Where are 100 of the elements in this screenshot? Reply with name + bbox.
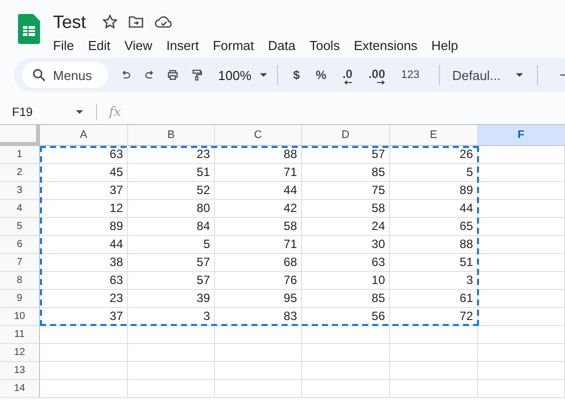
table-cell: 5 xyxy=(128,236,215,254)
table-cell: 57 xyxy=(128,272,215,290)
table-cell: 71 xyxy=(215,164,302,182)
zoom-dropdown[interactable]: 100% xyxy=(218,68,268,82)
column-header[interactable]: F xyxy=(478,125,565,146)
table-cell: 52 xyxy=(128,182,215,200)
table-cell: 51 xyxy=(390,254,478,272)
menu-item[interactable]: Help xyxy=(431,38,458,53)
caret-icon xyxy=(514,72,524,78)
caret-icon xyxy=(259,72,268,78)
column-header[interactable]: B xyxy=(128,125,215,146)
table-cell: 57 xyxy=(302,146,390,164)
row-header[interactable]: 3 xyxy=(0,182,40,200)
menu-item[interactable]: File xyxy=(53,38,74,53)
table-cell: 56 xyxy=(302,308,390,326)
table-cell: 23 xyxy=(40,290,128,308)
table-cell: 44 xyxy=(215,182,302,200)
table-cell: 26 xyxy=(390,146,478,164)
menu-item[interactable]: Edit xyxy=(88,38,110,53)
name-box[interactable]: F19 xyxy=(12,105,84,119)
table-cell: 5 xyxy=(390,164,478,182)
row-header[interactable]: 11 xyxy=(0,326,40,344)
menu-item[interactable]: Insert xyxy=(166,38,199,53)
table-cell: 38 xyxy=(40,254,128,272)
table-cell: 95 xyxy=(215,290,302,308)
table-cell: 63 xyxy=(302,254,390,272)
table-cell: 83 xyxy=(215,308,302,326)
spreadsheet-logo-icon[interactable] xyxy=(18,14,40,44)
table-cell: 71 xyxy=(215,236,302,254)
decrease-decimal-button[interactable]: .0 xyxy=(342,69,352,85)
table-cell: 12 xyxy=(40,200,128,218)
menu-item[interactable]: Data xyxy=(268,38,296,53)
right-arrow-icon xyxy=(377,80,386,85)
star-icon[interactable] xyxy=(102,14,118,30)
row-header[interactable]: 6 xyxy=(0,236,40,254)
table-cell: 88 xyxy=(390,236,478,254)
column-header[interactable]: C xyxy=(215,125,302,146)
font-dropdown[interactable]: Defaul... xyxy=(452,68,524,82)
table-cell: 65 xyxy=(390,218,478,236)
row-header[interactable]: 13 xyxy=(0,362,40,380)
table-cell: 61 xyxy=(390,290,478,308)
row-header[interactable]: 7 xyxy=(0,254,40,272)
menu-item[interactable]: Tools xyxy=(309,38,340,53)
menu-item[interactable]: View xyxy=(124,38,152,53)
paint-format-icon[interactable] xyxy=(190,67,202,83)
print-icon[interactable] xyxy=(167,67,179,83)
table-cell: 63 xyxy=(40,272,128,290)
table-cell: 45 xyxy=(40,164,128,182)
row-header[interactable]: 10 xyxy=(0,308,40,326)
row-header[interactable]: 12 xyxy=(0,344,40,362)
table-cell: 37 xyxy=(40,182,128,200)
table-cell: 89 xyxy=(390,182,478,200)
menus-search-field[interactable]: Menus xyxy=(22,62,108,88)
table-cell: 44 xyxy=(390,200,478,218)
folder-icon[interactable] xyxy=(128,14,144,30)
table-cell: 75 xyxy=(302,182,390,200)
column-header[interactable]: D xyxy=(302,125,390,146)
column-header[interactable]: E xyxy=(390,125,478,146)
row-header[interactable]: 9 xyxy=(0,290,40,308)
table-cell: 58 xyxy=(215,218,302,236)
menu-item[interactable]: Extensions xyxy=(354,38,418,53)
row-header[interactable]: 14 xyxy=(0,380,40,398)
table-cell: 51 xyxy=(128,164,215,182)
table-cell: 44 xyxy=(40,236,128,254)
function-label: fx xyxy=(109,104,122,120)
document-title[interactable]: Test xyxy=(53,12,86,32)
table-cell: 30 xyxy=(302,236,390,254)
table-cell: 57 xyxy=(128,254,215,272)
table-cell: 58 xyxy=(302,200,390,218)
menu-item[interactable]: Format xyxy=(212,38,254,53)
currency-format-button[interactable]: $ xyxy=(293,68,300,82)
table-cell: 68 xyxy=(215,254,302,272)
caret-icon xyxy=(75,109,84,115)
row-header[interactable]: 5 xyxy=(0,218,40,236)
table-cell: 23 xyxy=(128,146,215,164)
increase-decimal-button[interactable]: .00 xyxy=(368,69,386,85)
row-header[interactable]: 4 xyxy=(0,200,40,218)
row-header[interactable]: 1 xyxy=(0,146,40,164)
column-header[interactable]: A xyxy=(40,125,128,146)
number-format-button[interactable]: 123 xyxy=(401,69,420,81)
table-cell: 80 xyxy=(128,200,215,218)
table-cell: 85 xyxy=(302,164,390,182)
row-header[interactable]: 8 xyxy=(0,272,40,290)
table-cell: 3 xyxy=(128,308,215,326)
table-cell: 85 xyxy=(302,290,390,308)
table-cell: 89 xyxy=(40,218,128,236)
table-cell: 10 xyxy=(302,272,390,290)
row-header[interactable]: 2 xyxy=(0,164,40,182)
table-cell: 84 xyxy=(128,218,215,236)
table-cell: 42 xyxy=(215,200,302,218)
table-cell: 39 xyxy=(128,290,215,308)
table-cell: 3 xyxy=(390,272,478,290)
percent-format-button[interactable]: % xyxy=(316,68,326,82)
table-cell: 37 xyxy=(40,308,128,326)
left-arrow-icon xyxy=(344,80,352,85)
cloud-check-icon[interactable] xyxy=(154,14,174,30)
table-cell: 63 xyxy=(40,146,128,164)
table-cell: 24 xyxy=(302,218,390,236)
table-cell: 88 xyxy=(215,146,302,164)
table-cell: 76 xyxy=(215,272,302,290)
